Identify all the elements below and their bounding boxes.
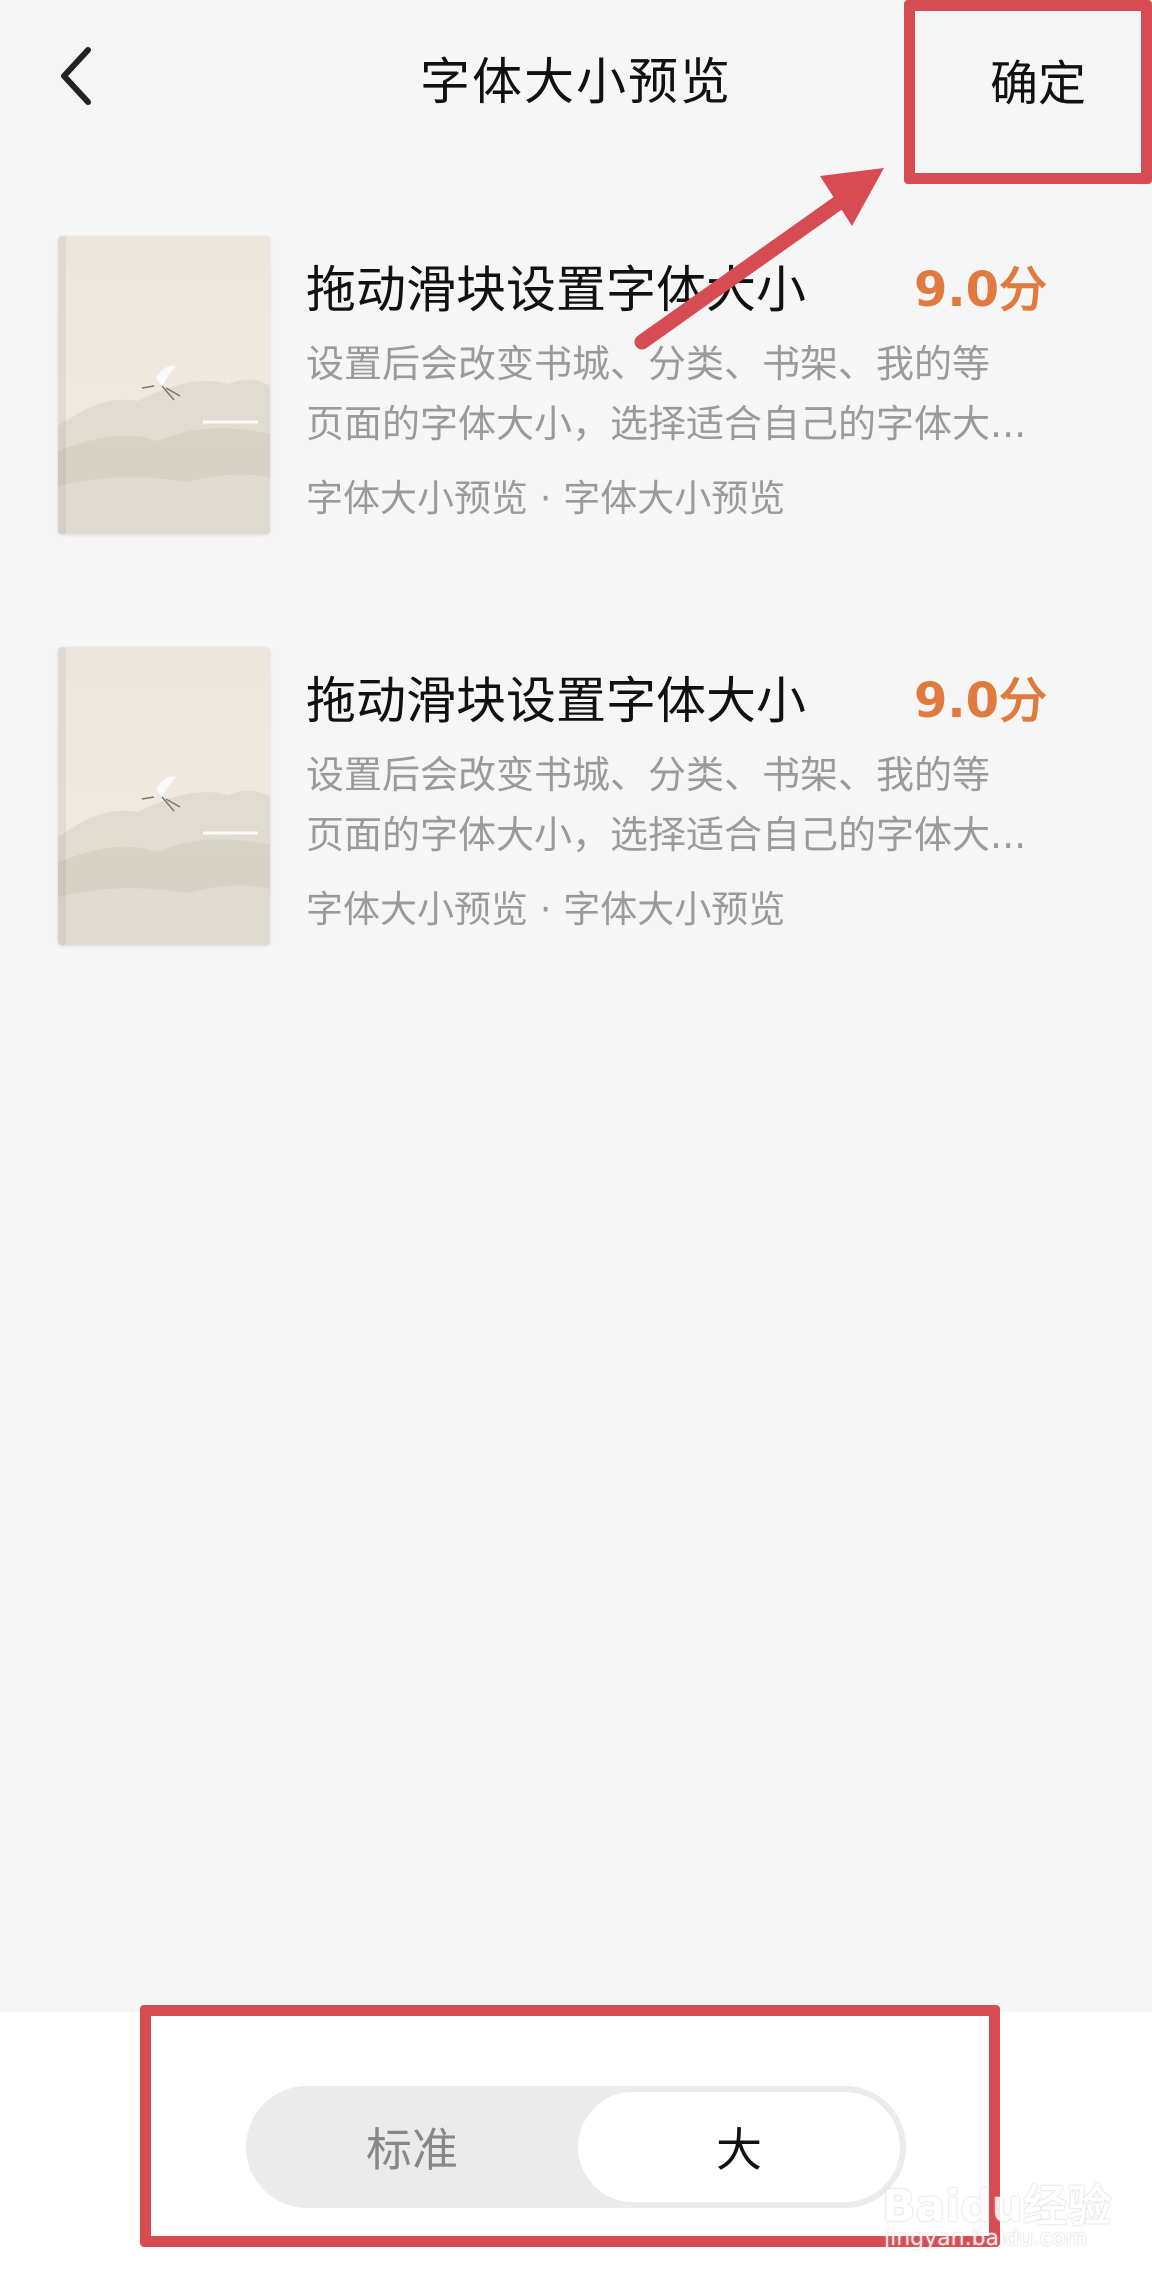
book-description-line: 设置后会改变书城、分类、书架、我的等 — [306, 753, 991, 797]
landscape-cover-art — [58, 776, 270, 945]
book-description-line: 页面的字体大小，选择适合自己的字体大... — [306, 813, 1027, 857]
book-score: 9.0分 — [914, 673, 1048, 729]
annotation-arrow — [634, 168, 884, 350]
baidu-jingyan-watermark: Baidu经验 jingyan.baidu.com — [882, 2170, 1122, 2270]
watermark-logo: Baidu经验 — [882, 2181, 1112, 2232]
book-description: 设置后会改变书城、分类、书架、我的等 页面的字体大小，选择适合自己的字体大... — [306, 745, 1046, 865]
book-meta: 字体大小预览 · 字体大小预览 — [306, 477, 786, 520]
annotation-box-toggle — [140, 2005, 1000, 2247]
book-meta: 字体大小预览 · 字体大小预览 — [306, 888, 786, 931]
book-list-item[interactable]: 拖动滑块设置字体大小 9.0分 设置后会改变书城、分类、书架、我的等 页面的字体… — [0, 647, 1152, 947]
book-description-line: 页面的字体大小，选择适合自己的字体大... — [306, 402, 1027, 446]
book-cover — [58, 647, 270, 945]
watermark-url: jingyan.baidu.com — [884, 2226, 1088, 2251]
book-title: 拖动滑块设置字体大小 — [306, 672, 806, 730]
